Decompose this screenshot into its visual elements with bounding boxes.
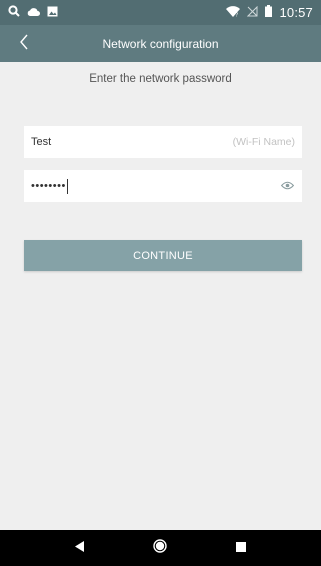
back-button[interactable]: [10, 30, 38, 58]
system-nav-bar: [0, 530, 321, 566]
status-right-icons: ? 10:57: [226, 4, 313, 22]
back-triangle-icon: [75, 539, 85, 557]
cloud-icon: [27, 4, 40, 22]
status-left-icons: [8, 4, 58, 22]
app-bar: Network configuration: [0, 25, 321, 62]
eye-icon: [280, 177, 294, 195]
nav-back-button[interactable]: [65, 533, 95, 563]
no-sim-icon: [247, 4, 258, 22]
password-field[interactable]: ••••••••: [24, 170, 302, 202]
battery-icon: [265, 4, 273, 22]
svg-text:?: ?: [236, 12, 239, 17]
wifi-name-value: Test: [31, 136, 52, 148]
nav-home-button[interactable]: [145, 533, 175, 563]
wifi-name-field[interactable]: Test (Wi-Fi Name): [24, 126, 302, 158]
recents-square-icon: [235, 539, 246, 557]
chevron-left-icon: [19, 34, 29, 55]
home-circle-icon: [153, 538, 168, 558]
wifi-icon: ?: [226, 4, 241, 22]
status-time: 10:57: [279, 5, 313, 20]
password-value: ••••••••: [31, 179, 66, 192]
password-input-area[interactable]: ••••••••: [31, 178, 279, 194]
wifi-name-hint: (Wi-Fi Name): [232, 136, 295, 148]
form-subtitle: Enter the network password: [89, 73, 232, 85]
page-title: Network configuration: [102, 36, 219, 51]
continue-button[interactable]: CONTINUE: [24, 240, 302, 271]
text-cursor: [66, 178, 68, 194]
status-bar: ? 10:57: [0, 0, 321, 25]
image-icon: [47, 4, 58, 22]
toggle-password-visibility-button[interactable]: [279, 178, 295, 194]
search-icon: [8, 4, 20, 22]
nav-recents-button[interactable]: [226, 533, 256, 563]
